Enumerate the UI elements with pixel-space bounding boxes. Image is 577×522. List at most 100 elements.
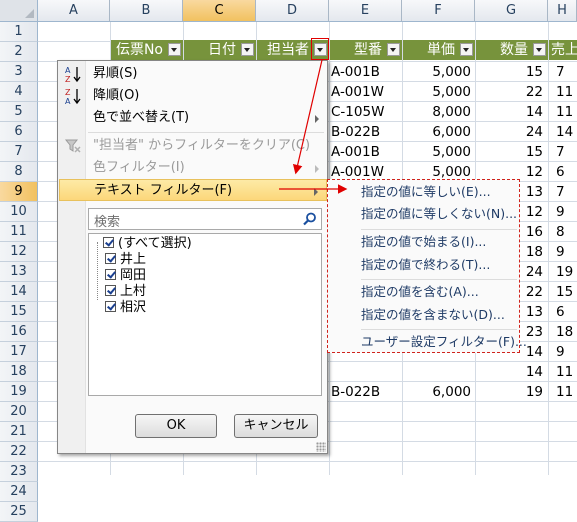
menu-item-text-filter[interactable]: テキスト フィルター(F): [59, 179, 327, 201]
table-cell[interactable]: 15: [476, 62, 543, 82]
table-cell[interactable]: 9: [556, 202, 577, 222]
submenu-item-ends-with[interactable]: 指定の値で終わる(T)...: [361, 255, 490, 275]
header-cell-price: 単価: [403, 40, 475, 60]
row-header[interactable]: 20: [0, 402, 38, 422]
table-cell[interactable]: 7: [556, 182, 577, 202]
header-cell-slip-no: 伝票No: [111, 40, 183, 60]
cancel-button[interactable]: キャンセル: [234, 414, 318, 438]
column-header-g[interactable]: G: [475, 0, 548, 22]
row-header[interactable]: 2: [0, 42, 38, 62]
table-cell[interactable]: 18: [556, 322, 577, 342]
table-cell[interactable]: 11: [556, 82, 577, 102]
table-cell[interactable]: 19: [476, 382, 543, 402]
table-cell[interactable]: 6,000: [403, 382, 471, 402]
row-header[interactable]: 8: [0, 162, 38, 182]
row-header[interactable]: 11: [0, 222, 38, 242]
table-cell[interactable]: 6,000: [403, 122, 471, 142]
row-header[interactable]: 1: [0, 22, 38, 42]
column-header-c[interactable]: C: [183, 0, 256, 22]
row-header[interactable]: 19: [0, 382, 38, 402]
filter-dropdown-button[interactable]: [533, 43, 546, 56]
checkbox[interactable]: [103, 237, 114, 248]
table-cell[interactable]: C-105W: [331, 102, 401, 122]
table-cell[interactable]: 19: [556, 262, 577, 282]
resize-grip-icon[interactable]: [316, 442, 326, 452]
column-header-e[interactable]: E: [329, 0, 402, 22]
table-cell[interactable]: A-001B: [331, 62, 401, 82]
submenu-item-contains[interactable]: 指定の値を含む(A)...: [361, 282, 479, 302]
submenu-item-does-not-contain[interactable]: 指定の値を含まない(D)...: [361, 305, 505, 325]
table-cell[interactable]: A-001B: [331, 142, 401, 162]
row-header[interactable]: 3: [0, 62, 38, 82]
table-cell[interactable]: 14: [476, 102, 543, 122]
row-header[interactable]: 25: [0, 502, 38, 522]
column-header-f[interactable]: F: [402, 0, 475, 22]
table-cell[interactable]: 8,000: [403, 102, 471, 122]
table-cell[interactable]: 11: [556, 102, 577, 122]
table-cell[interactable]: 24: [476, 122, 543, 142]
search-input[interactable]: 検索: [88, 208, 322, 230]
table-cell[interactable]: 14: [476, 362, 543, 382]
row-header[interactable]: 24: [0, 482, 38, 502]
table-cell[interactable]: 7: [556, 62, 577, 82]
row-header[interactable]: 6: [0, 122, 38, 142]
row-header[interactable]: 7: [0, 142, 38, 162]
table-cell[interactable]: 6: [556, 162, 577, 182]
submenu-item-equals[interactable]: 指定の値に等しい(E)...: [361, 182, 491, 202]
table-cell[interactable]: 5,000: [403, 62, 471, 82]
menu-item-sort-ascending[interactable]: A Z 昇順(S): [59, 63, 327, 85]
row-header[interactable]: 21: [0, 422, 38, 442]
ok-button[interactable]: OK: [135, 414, 217, 438]
menu-item-sort-descending[interactable]: Z A 降順(O): [59, 85, 327, 107]
row-header[interactable]: 5: [0, 102, 38, 122]
table-cell[interactable]: B-022B: [331, 382, 401, 402]
filter-dropdown-button[interactable]: [241, 43, 254, 56]
table-cell[interactable]: B-022B: [331, 122, 401, 142]
filter-dropdown-button[interactable]: [387, 43, 400, 56]
column-header-b[interactable]: B: [110, 0, 183, 22]
checkbox[interactable]: [105, 301, 116, 312]
table-cell[interactable]: [331, 362, 401, 382]
column-header-d[interactable]: D: [256, 0, 329, 22]
row-header[interactable]: 23: [0, 462, 38, 482]
row-header[interactable]: 9: [0, 182, 38, 202]
menu-item-sort-by-color[interactable]: 色で並べ替え(T): [59, 107, 327, 129]
submenu-item-begins-with[interactable]: 指定の値で始まる(I)...: [361, 232, 486, 252]
checkbox[interactable]: [105, 253, 116, 264]
row-header[interactable]: 17: [0, 342, 38, 362]
row-header[interactable]: 13: [0, 262, 38, 282]
column-header-h[interactable]: H: [548, 0, 577, 22]
table-cell[interactable]: 22: [476, 82, 543, 102]
table-cell[interactable]: 9: [556, 342, 577, 362]
submenu-item-not-equals[interactable]: 指定の値に等しくない(N)...: [361, 204, 517, 224]
table-cell[interactable]: 11: [556, 362, 577, 382]
table-cell[interactable]: 8: [556, 222, 577, 242]
row-header[interactable]: 4: [0, 82, 38, 102]
table-cell[interactable]: [403, 362, 471, 382]
table-cell[interactable]: 14: [556, 122, 577, 142]
table-cell[interactable]: 15: [556, 282, 577, 302]
table-cell[interactable]: 11: [556, 382, 577, 402]
row-header[interactable]: 12: [0, 242, 38, 262]
table-cell[interactable]: 5,000: [403, 82, 471, 102]
row-header[interactable]: 16: [0, 322, 38, 342]
checkbox[interactable]: [105, 269, 116, 280]
table-cell[interactable]: A-001W: [331, 82, 401, 102]
checkbox[interactable]: [105, 285, 116, 296]
row-header[interactable]: 10: [0, 202, 38, 222]
filter-dropdown-button[interactable]: [460, 43, 473, 56]
table-cell[interactable]: 6: [556, 302, 577, 322]
row-header[interactable]: 22: [0, 442, 38, 462]
table-cell[interactable]: 15: [476, 142, 543, 162]
sort-ascending-icon: A Z: [65, 66, 81, 83]
table-cell[interactable]: 7: [556, 142, 577, 162]
table-cell[interactable]: 5,000: [403, 142, 471, 162]
select-all-corner[interactable]: [0, 0, 38, 22]
filter-dropdown-button[interactable]: [168, 43, 181, 56]
row-header[interactable]: 18: [0, 362, 38, 382]
row-header[interactable]: 15: [0, 302, 38, 322]
row-header[interactable]: 14: [0, 282, 38, 302]
column-header-a[interactable]: A: [38, 0, 110, 22]
table-cell[interactable]: 9: [556, 242, 577, 262]
submenu-item-custom-filter[interactable]: ユーザー設定フィルター(F)...: [361, 332, 527, 352]
